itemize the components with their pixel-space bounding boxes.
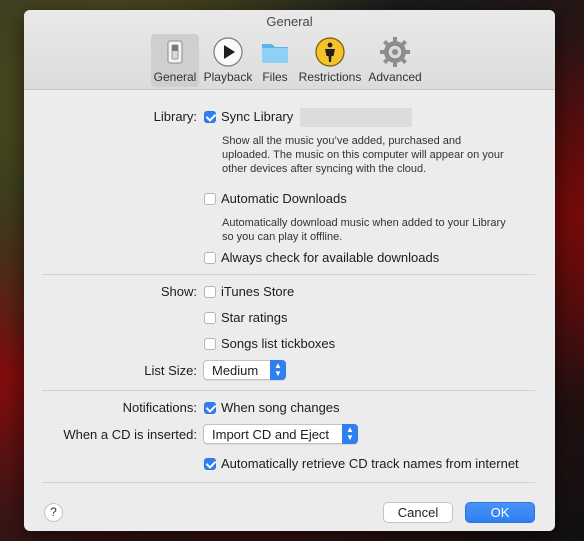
always-check-label: Always check for available downloads [221,250,440,265]
library-label: Library: [153,109,197,124]
redacted-account [300,108,412,127]
always-check-checkbox[interactable] [204,252,216,264]
play-icon [213,37,243,67]
cd-inserted-label: When a CD is inserted: [63,427,197,442]
window-title: General [266,14,313,29]
tab-playback-label: Playback [203,70,253,84]
cancel-button[interactable]: Cancel [383,502,453,523]
tab-general-label: General [153,70,197,84]
parental-restrictions-icon [315,37,345,67]
tab-advanced[interactable]: Advanced [367,34,423,87]
tab-advanced-label: Advanced [368,70,422,84]
tab-playback[interactable]: Playback [202,34,254,87]
retrieve-cd-names-checkbox[interactable] [204,458,216,470]
toolbar: General General Playback Files Restricti… [24,10,555,90]
sync-library-checkbox[interactable] [204,111,216,123]
gear-icon [380,37,410,67]
general-pane: Library: Sync Library Show all the music… [24,90,555,531]
separator [42,274,535,275]
sync-library-label: Sync Library [221,109,294,124]
tab-restrictions-label: Restrictions [298,70,362,84]
sync-library-description: Show all the music you’ve added, purchas… [222,135,504,175]
cd-action-value: Import CD and Eject [212,427,330,442]
itunes-store-label: iTunes Store [221,284,295,299]
automatic-downloads-label: Automatic Downloads [221,191,347,206]
tab-files[interactable]: Files [256,34,294,87]
popup-arrows-icon: ▲ ▼ [270,360,286,380]
preferences-window: General General Playback Files Restricti… [24,10,555,531]
songs-list-tickboxes-label: Songs list tickboxes [221,336,336,351]
songs-list-tickboxes-checkbox[interactable] [204,338,216,350]
automatic-downloads-checkbox[interactable] [204,193,216,205]
notifications-label: Notifications: [122,400,197,415]
cd-action-popup[interactable]: Import CD and Eject ▲ ▼ [203,424,358,444]
separator [42,390,535,391]
list-size-label: List Size: [144,363,197,378]
ok-button[interactable]: OK [465,502,535,523]
star-ratings-label: Star ratings [221,310,288,325]
retrieve-cd-names-label: Automatically retrieve CD track names fr… [221,456,519,471]
switch-icon [167,40,183,64]
when-song-changes-checkbox[interactable] [204,402,216,414]
list-size-value: Medium [212,363,259,378]
automatic-downloads-description: Automatically download music when added … [222,217,506,243]
tab-general[interactable]: General [151,34,199,87]
popup-arrows-icon: ▲ ▼ [342,424,358,444]
star-ratings-checkbox[interactable] [204,312,216,324]
help-button[interactable]: ? [44,503,63,522]
tab-files-label: Files [262,70,288,84]
tab-restrictions[interactable]: Restrictions [296,34,364,87]
itunes-store-checkbox[interactable] [204,286,216,298]
separator [42,482,535,483]
folder-icon [262,44,288,63]
when-song-changes-label: When song changes [221,400,340,415]
list-size-popup[interactable]: Medium ▲ ▼ [203,360,286,380]
show-label: Show: [160,284,197,299]
